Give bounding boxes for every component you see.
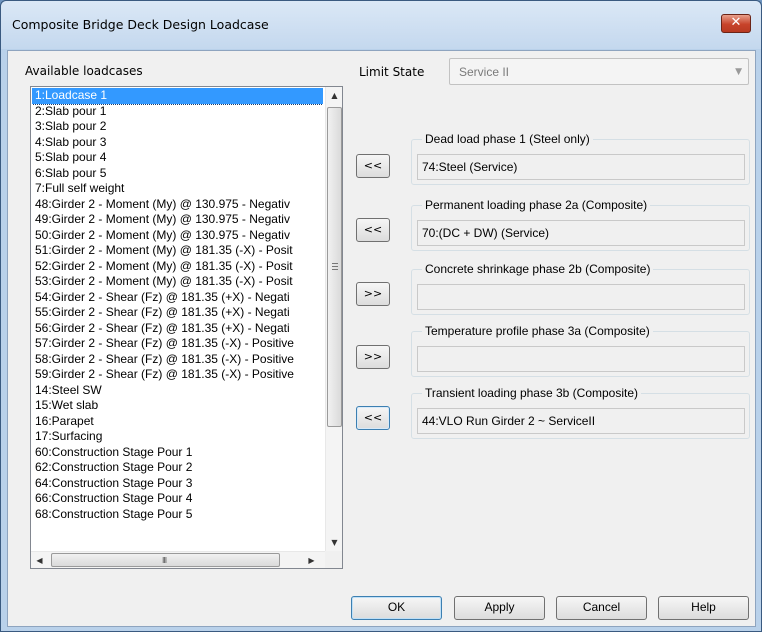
list-item[interactable]: 60:Construction Stage Pour 1 [32, 445, 323, 461]
list-item[interactable]: 4:Slab pour 3 [32, 135, 323, 151]
list-item[interactable]: 51:Girder 2 - Moment (My) @ 181.35 (-X) … [32, 243, 323, 259]
cancel-button[interactable]: Cancel [556, 596, 647, 620]
list-items: 1:Loadcase 1 2:Slab pour 1 3:Slab pour 2 4:… [32, 88, 323, 550]
list-item[interactable]: 50:Girder 2 - Moment (My) @ 130.975 - Ne… [32, 228, 323, 244]
temperature-profile-transfer-button[interactable]: >> [356, 345, 390, 369]
list-item[interactable]: 59:Girder 2 - Shear (Fz) @ 181.35 (-X) -… [32, 367, 323, 383]
scroll-right-icon[interactable]: ▶ [303, 552, 320, 569]
available-loadcases-list[interactable]: 1:Loadcase 1 2:Slab pour 1 3:Slab pour 2 4:… [30, 86, 343, 569]
dialog-window: Composite Bridge Deck Design Loadcase ✕ … [0, 0, 762, 632]
help-button[interactable]: Help [658, 596, 749, 620]
limit-state-label: Limit State [359, 65, 425, 79]
group-title: Transient loading phase 3b (Composite) [422, 386, 642, 400]
list-item[interactable]: 14:Steel SW [32, 383, 323, 399]
list-item[interactable]: 49:Girder 2 - Moment (My) @ 130.975 - Ne… [32, 212, 323, 228]
group-concrete-shrinkage-phase-2b: Concrete shrinkage phase 2b (Composite) [411, 262, 750, 315]
field-value: 70:(DC + DW) (Service) [422, 226, 550, 240]
list-item[interactable]: 54:Girder 2 - Shear (Fz) @ 181.35 (+X) -… [32, 290, 323, 306]
list-item[interactable]: 2:Slab pour 1 [32, 104, 323, 120]
list-item[interactable]: 16:Parapet [32, 414, 323, 430]
list-item[interactable]: 62:Construction Stage Pour 2 [32, 460, 323, 476]
group-dead-load-phase-1: Dead load phase 1 (Steel only) 74:Steel … [411, 132, 750, 185]
list-item[interactable]: 6:Slab pour 5 [32, 166, 323, 182]
grip-icon [332, 263, 338, 270]
permanent-loading-field: 70:(DC + DW) (Service) [417, 220, 745, 246]
group-title: Temperature profile phase 3a (Composite) [422, 324, 653, 338]
limit-state-select[interactable]: Service II ▼ [449, 58, 749, 85]
list-item[interactable]: 66:Construction Stage Pour 4 [32, 491, 323, 507]
list-item[interactable]: 57:Girder 2 - Shear (Fz) @ 181.35 (-X) -… [32, 336, 323, 352]
scroll-down-icon[interactable]: ▼ [326, 534, 343, 551]
list-item[interactable]: 55:Girder 2 - Shear (Fz) @ 181.35 (+X) -… [32, 305, 323, 321]
list-item[interactable]: 68:Construction Stage Pour 5 [32, 507, 323, 523]
dead-load-transfer-button[interactable]: << [356, 154, 390, 178]
temperature-profile-field [417, 346, 745, 372]
list-item[interactable]: 56:Girder 2 - Shear (Fz) @ 181.35 (+X) -… [32, 321, 323, 337]
list-item[interactable]: 52:Girder 2 - Moment (My) @ 181.35 (-X) … [32, 259, 323, 275]
group-permanent-loading-phase-2a: Permanent loading phase 2a (Composite) 7… [411, 198, 750, 251]
list-item[interactable]: 58:Girder 2 - Shear (Fz) @ 181.35 (-X) -… [32, 352, 323, 368]
window-title: Composite Bridge Deck Design Loadcase [12, 17, 269, 32]
group-temperature-profile-phase-3a: Temperature profile phase 3a (Composite) [411, 324, 750, 377]
list-item[interactable]: 7:Full self weight [32, 181, 323, 197]
chevron-down-icon: ▼ [735, 67, 742, 77]
list-item[interactable]: 1:Loadcase 1 [32, 88, 323, 105]
dialog-body: Available loadcases 1:Loadcase 1 2:Slab p… [7, 50, 756, 627]
vertical-scroll-thumb[interactable] [327, 107, 342, 427]
field-value: 74:Steel (Service) [422, 160, 518, 174]
group-title: Dead load phase 1 (Steel only) [422, 132, 593, 146]
ok-button[interactable]: OK [351, 596, 442, 620]
concrete-shrinkage-transfer-button[interactable]: >> [356, 282, 390, 306]
list-item[interactable]: 15:Wet slab [32, 398, 323, 414]
concrete-shrinkage-field [417, 284, 745, 310]
grip-icon: III [162, 556, 167, 565]
close-button[interactable]: ✕ [721, 14, 751, 33]
transient-loading-transfer-button[interactable]: << [356, 406, 390, 430]
scroll-up-icon[interactable]: ▲ [326, 87, 343, 104]
horizontal-scroll-thumb[interactable]: III [51, 553, 280, 567]
list-item[interactable]: 5:Slab pour 4 [32, 150, 323, 166]
apply-button[interactable]: Apply [454, 596, 545, 620]
list-item[interactable]: 53:Girder 2 - Moment (My) @ 181.35 (-X) … [32, 274, 323, 290]
permanent-loading-transfer-button[interactable]: << [356, 218, 390, 242]
dead-load-field: 74:Steel (Service) [417, 154, 745, 180]
list-item[interactable]: 48:Girder 2 - Moment (My) @ 130.975 - Ne… [32, 197, 323, 213]
available-loadcases-label: Available loadcases [25, 64, 143, 78]
horizontal-scrollbar[interactable]: ◀ III ▶ [31, 551, 325, 568]
group-transient-loading-phase-3b: Transient loading phase 3b (Composite) 4… [411, 386, 750, 439]
list-item[interactable]: 3:Slab pour 2 [32, 119, 323, 135]
list-item[interactable]: 17:Surfacing [32, 429, 323, 445]
field-value: 44:VLO Run Girder 2 ~ ServiceII [422, 414, 596, 428]
scroll-left-icon[interactable]: ◀ [31, 552, 48, 569]
group-title: Concrete shrinkage phase 2b (Composite) [422, 262, 654, 276]
scrollbar-corner [325, 551, 342, 568]
list-item[interactable]: 64:Construction Stage Pour 3 [32, 476, 323, 492]
title-bar[interactable]: Composite Bridge Deck Design Loadcase ✕ [1, 1, 761, 49]
limit-state-value: Service II [459, 65, 510, 79]
vertical-scrollbar[interactable]: ▲ ▼ [325, 87, 342, 551]
close-icon: ✕ [730, 15, 742, 30]
transient-loading-field: 44:VLO Run Girder 2 ~ ServiceII [417, 408, 745, 434]
group-title: Permanent loading phase 2a (Composite) [422, 198, 651, 212]
